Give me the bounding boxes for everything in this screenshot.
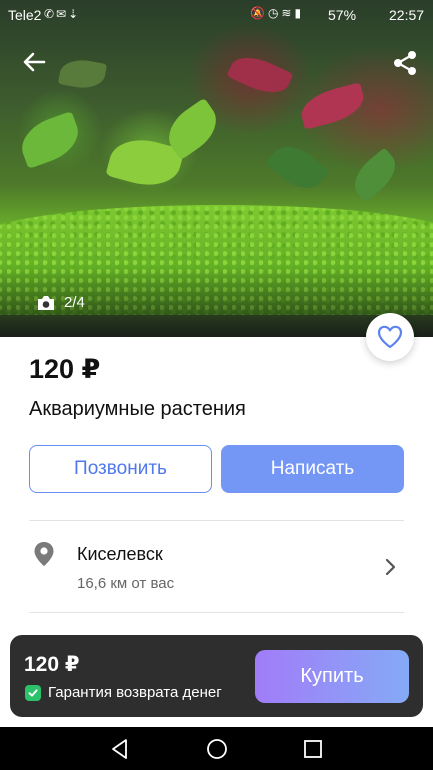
photo-counter-text: 2/4 bbox=[64, 294, 85, 311]
status-bar: Tele2 ✆✉⇣ 🔕◷≋▮ 57% 22:57 bbox=[0, 0, 433, 30]
plant-leaf bbox=[14, 110, 86, 170]
buy-panel-price: 120 ₽ bbox=[24, 653, 80, 676]
share-icon bbox=[394, 51, 416, 75]
plant-leaf bbox=[296, 82, 369, 130]
location-city: Киселевск bbox=[77, 544, 163, 564]
back-button[interactable] bbox=[20, 48, 48, 76]
carrier-label: Tele2 bbox=[8, 7, 42, 23]
triangle-back-icon bbox=[112, 739, 127, 759]
arrow-left-icon bbox=[23, 52, 46, 72]
camera-icon bbox=[38, 295, 54, 310]
share-button[interactable] bbox=[390, 48, 420, 78]
location-row[interactable]: Киселевск 16,6 км от вас bbox=[29, 530, 404, 604]
nav-recents-button[interactable] bbox=[301, 737, 325, 761]
plant-leaf bbox=[226, 48, 294, 102]
square-recents-icon bbox=[304, 740, 322, 758]
circle-home-icon bbox=[207, 739, 227, 759]
heart-icon bbox=[377, 325, 403, 349]
plant-leaf bbox=[346, 147, 404, 203]
write-button[interactable]: Написать bbox=[221, 445, 404, 493]
divider bbox=[29, 520, 404, 521]
check-shield-icon bbox=[25, 684, 41, 701]
listing-title: Аквариумные растения bbox=[29, 398, 246, 420]
location-pin-icon bbox=[34, 542, 54, 566]
nav-home-button[interactable] bbox=[205, 737, 229, 761]
listing-price: 120 ₽ bbox=[29, 354, 101, 384]
nav-back-button[interactable] bbox=[108, 737, 132, 761]
guarantee-label: Гарантия возврата денег bbox=[48, 684, 222, 701]
favorite-button[interactable] bbox=[366, 313, 414, 361]
listing-photo[interactable] bbox=[0, 0, 433, 337]
buy-panel: 120 ₽ Гарантия возврата денег Купить bbox=[10, 635, 423, 717]
call-button[interactable]: Позвонить bbox=[29, 445, 212, 493]
system-icons: 🔕◷≋▮ bbox=[250, 6, 305, 20]
plant-leaf bbox=[57, 56, 108, 92]
notification-icons: ✆✉⇣ bbox=[44, 7, 81, 21]
buy-button[interactable]: Купить bbox=[255, 650, 409, 703]
photo-counter: 2/4 bbox=[36, 294, 85, 311]
divider bbox=[29, 612, 404, 613]
location-distance: 16,6 км от вас bbox=[77, 575, 175, 592]
money-back-guarantee[interactable]: Гарантия возврата денег bbox=[25, 684, 222, 701]
battery-level: 57% bbox=[328, 7, 357, 23]
navigation-bar bbox=[0, 727, 433, 770]
clock: 22:57 bbox=[389, 7, 425, 23]
plant-leaf bbox=[265, 136, 330, 199]
chevron-right-icon bbox=[385, 558, 396, 576]
